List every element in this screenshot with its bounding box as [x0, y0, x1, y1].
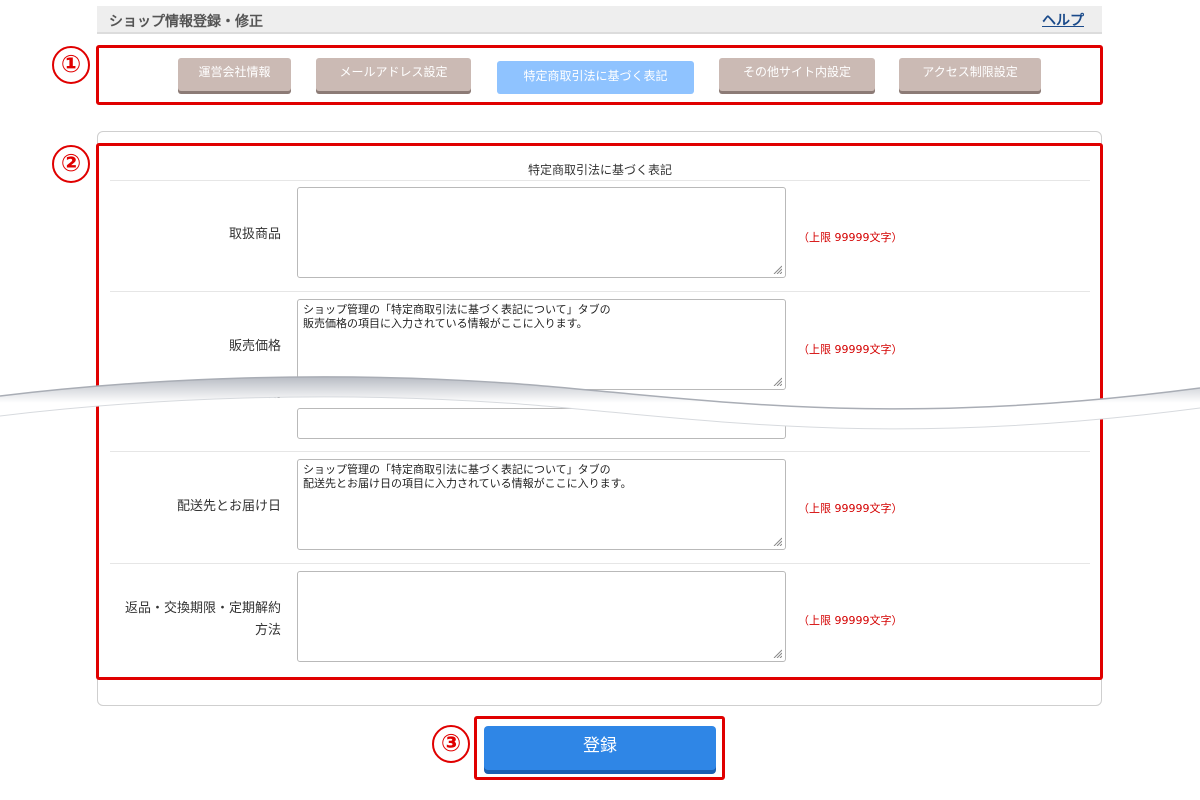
products-limit-note: （上限 99999文字） [798, 231, 903, 244]
shipping-limit-note: （上限 99999文字） [798, 502, 903, 515]
divider [110, 180, 1090, 181]
resize-grip-icon[interactable] [772, 536, 782, 546]
returns-textarea[interactable] [297, 571, 786, 662]
delivery-time-textarea[interactable] [297, 408, 786, 439]
price-textarea[interactable]: ショップ管理の「特定商取引法に基づく表記について」タブの 販売価格の項目に入力さ… [297, 299, 786, 390]
divider [110, 563, 1090, 564]
page-title: ショップ情報登録・修正 [109, 14, 263, 30]
tab-other-site-settings[interactable]: その他サイト内設定 [719, 58, 875, 91]
label-shipping: 配送先とお届け日 [176, 499, 281, 514]
callout-3: ③ [432, 725, 470, 763]
resize-grip-icon[interactable] [772, 376, 782, 386]
label-delivery-time: 引渡し時期 [215, 386, 281, 401]
price-limit-note: （上限 99999文字） [798, 343, 903, 356]
callout-2: ② [52, 145, 90, 183]
tab-company-info[interactable]: 運営会社情報 [178, 58, 291, 91]
products-textarea[interactable] [297, 187, 786, 278]
shipping-textarea[interactable]: ショップ管理の「特定商取引法に基づく表記について」タブの 配送先とお届け日の項目… [297, 459, 786, 550]
register-button[interactable]: 登録 [484, 726, 716, 770]
returns-limit-note: （上限 99999文字） [798, 614, 903, 627]
label-price: 販売価格 [228, 339, 281, 354]
help-link[interactable]: ヘルプ [1042, 10, 1084, 30]
resize-grip-icon[interactable] [772, 648, 782, 658]
tab-access-restriction[interactable]: アクセス制限設定 [899, 58, 1041, 91]
label-products: 取扱商品 [228, 227, 281, 242]
label-returns: 返品・交換期限・定期解約 方法 [124, 601, 281, 638]
divider [110, 291, 1090, 292]
page-header: ショップ情報登録・修正 ヘルプ [97, 6, 1102, 34]
section-title: 特定商取引法に基づく表記 [527, 163, 672, 177]
callout-1: ① [52, 46, 90, 84]
tab-commercial-transactions[interactable]: 特定商取引法に基づく表記 [497, 61, 694, 94]
divider [110, 451, 1090, 452]
tab-email-settings[interactable]: メールアドレス設定 [316, 58, 471, 91]
resize-grip-icon[interactable] [772, 264, 782, 274]
